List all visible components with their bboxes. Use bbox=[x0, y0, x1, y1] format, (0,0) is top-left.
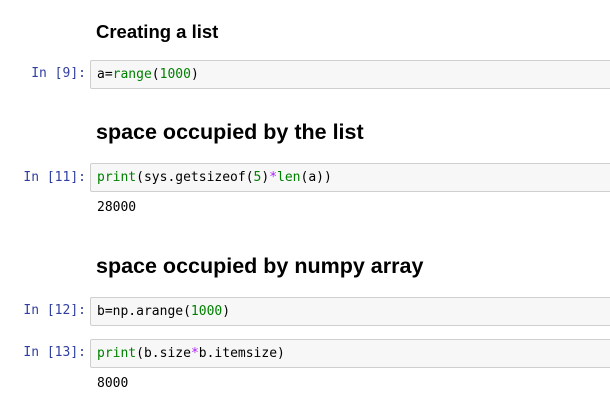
code-token: (sys.getsizeof( bbox=[136, 170, 254, 185]
cell-output-13: 8000 bbox=[97, 376, 129, 391]
markdown-heading-creating-list: Creating a list bbox=[96, 21, 219, 42]
code-token: ) bbox=[190, 67, 199, 82]
cell-output-11: 28000 bbox=[97, 200, 137, 215]
cell-prompt-13: In [13]: bbox=[23, 345, 86, 360]
code-token: b=np.arange( bbox=[97, 304, 191, 319]
code-token-builtin: print bbox=[97, 170, 137, 185]
code-token-builtin: len bbox=[277, 170, 301, 185]
code-cell-input-11[interactable]: print(sys.getsizeof(5)*len(a)) bbox=[90, 163, 610, 192]
code-token: (a)) bbox=[300, 170, 332, 185]
code-token: ) bbox=[222, 304, 231, 319]
code-token-builtin: range bbox=[112, 67, 152, 82]
code-token: (b.size bbox=[136, 346, 191, 361]
markdown-heading-space-numpy: space occupied by numpy array bbox=[96, 254, 424, 278]
code-token-builtin: print bbox=[97, 346, 137, 361]
markdown-heading-space-list: space occupied by the list bbox=[96, 120, 364, 144]
code-cell-input-9[interactable]: a=range(1000) bbox=[90, 60, 610, 89]
code-token: b.itemsize) bbox=[198, 346, 285, 361]
code-token-number: 1000 bbox=[190, 304, 223, 319]
cell-prompt-9: In [9]: bbox=[31, 66, 86, 81]
code-token-operator: * bbox=[190, 346, 199, 361]
code-cell-input-13[interactable]: print(b.size*b.itemsize) bbox=[90, 339, 610, 368]
code-token-number: 1000 bbox=[159, 67, 191, 82]
code-token: ( bbox=[151, 67, 160, 82]
cell-prompt-12: In [12]: bbox=[23, 303, 86, 318]
code-cell-input-12[interactable]: b=np.arange(1000) bbox=[90, 297, 610, 326]
code-token: a= bbox=[97, 67, 113, 82]
cell-prompt-11: In [11]: bbox=[23, 170, 86, 185]
code-token-operator: * bbox=[269, 170, 278, 185]
